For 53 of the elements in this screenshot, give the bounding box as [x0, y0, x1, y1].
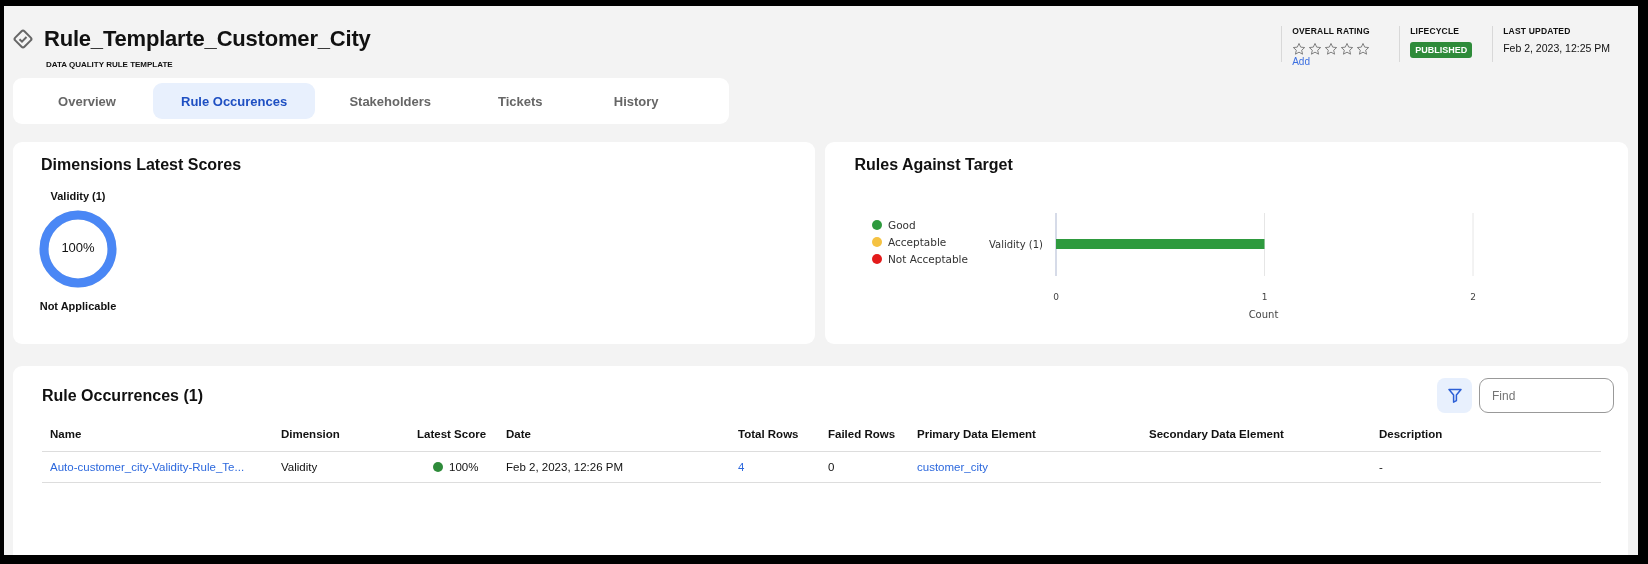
status-badge: PUBLISHED	[1410, 42, 1473, 58]
tab[interactable]: Rule Occurences	[153, 83, 316, 119]
dimension-label: Validity (1)	[50, 190, 106, 202]
column-header: Latest Score	[417, 428, 487, 440]
page-subtitle: DATA QUALITY RULE TEMPLATE	[46, 60, 174, 69]
legend-label: Good	[887, 219, 916, 231]
star-icon[interactable]	[1292, 42, 1307, 56]
card-title: Rules Against Target	[854, 156, 1014, 174]
rule-link[interactable]: Auto-customer_city-Validity-Rule_Te...	[50, 461, 245, 473]
score-status: Not Applicable	[39, 300, 117, 312]
star-icon[interactable]	[1324, 42, 1339, 56]
column-header: Secondary Data Element	[1149, 428, 1284, 440]
column-header: Description	[1379, 428, 1443, 440]
axis-label: Count	[1248, 309, 1278, 320]
table-cell: Validity	[281, 461, 318, 473]
data-element-link[interactable]: customer_city	[917, 461, 988, 473]
table-cell: 4	[738, 461, 745, 473]
tab[interactable]: History	[581, 83, 692, 119]
legend-label: Acceptable	[887, 236, 946, 248]
check-diamond-icon	[12, 28, 34, 50]
table-cell: -	[1379, 461, 1383, 473]
table-cell: 100%	[449, 461, 479, 473]
tick-label: 2	[1469, 292, 1476, 302]
column-header: Primary Data Element	[917, 428, 1036, 440]
score-value: 100%	[60, 240, 96, 255]
star-icon[interactable]	[1340, 42, 1355, 56]
column-header: Date	[506, 428, 531, 440]
tab[interactable]: Overview	[27, 83, 147, 119]
updated-date: Feb 2, 2023, 12:25 PM	[1503, 42, 1610, 54]
page-title: Rule_Templarte_Customer_City	[44, 26, 371, 52]
tab[interactable]: Stakeholders	[321, 83, 460, 119]
column-header: Failed Rows	[828, 428, 896, 440]
filter-icon	[1447, 388, 1462, 403]
column-header: Total Rows	[738, 428, 799, 440]
section-title: Rule Occurrences (1)	[42, 386, 204, 405]
table-cell: 0	[828, 461, 835, 473]
tab[interactable]: Tickets	[465, 83, 576, 119]
search-field[interactable]: Find	[1479, 378, 1614, 413]
add-rating-link[interactable]: Add	[1292, 56, 1388, 67]
legend-label: Not Acceptable	[887, 253, 968, 265]
tick-label: 1	[1261, 292, 1267, 302]
column-header: Dimension	[281, 428, 340, 440]
filter-button[interactable]	[1437, 378, 1472, 413]
lifecycle-label: LIFECYCLE	[1410, 26, 1461, 36]
updated-label: LAST UPDATED	[1503, 26, 1572, 36]
tick-label: 0	[1052, 292, 1059, 302]
table-cell: Feb 2, 2023, 12:26 PM	[506, 461, 623, 473]
star-icon[interactable]	[1308, 42, 1323, 56]
column-header: Name	[50, 428, 82, 440]
category-label: Validity (1)	[988, 239, 1043, 250]
star-icon[interactable]	[1356, 42, 1371, 56]
card-title: Dimensions Latest Scores	[41, 156, 243, 174]
rating-label: OVERALL RATING	[1292, 26, 1371, 36]
